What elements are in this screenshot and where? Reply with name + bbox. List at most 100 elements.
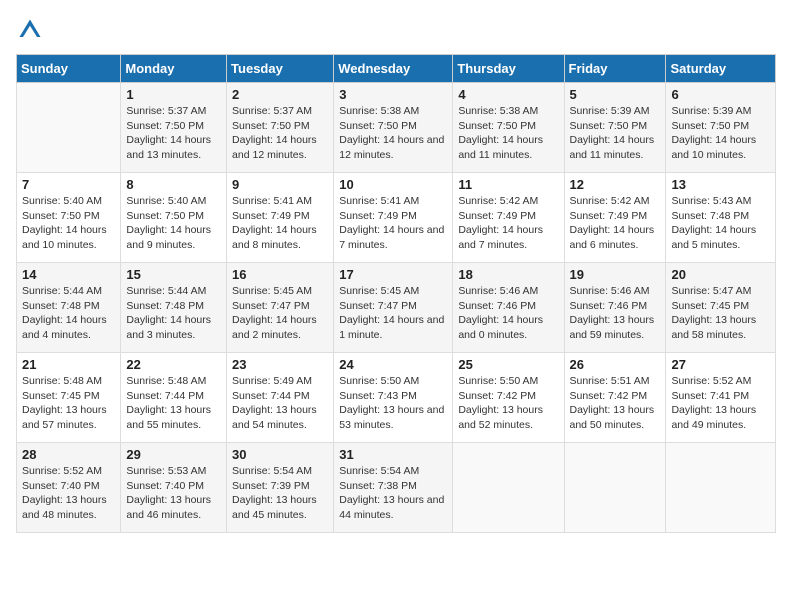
calendar-cell: 30Sunrise: 5:54 AMSunset: 7:39 PMDayligh… — [227, 443, 334, 533]
calendar-cell: 17 Sunrise: 5:45 AMSunset: 7:47 PMDayligh… — [334, 263, 453, 353]
day-info: Sunrise: 5:46 AMSunset: 7:46 PMDaylight:… — [458, 284, 558, 343]
calendar-cell: 22Sunrise: 5:48 AMSunset: 7:44 PMDayligh… — [121, 353, 227, 443]
calendar-cell: 31 Sunrise: 5:54 AMSunset: 7:38 PMDayligh… — [334, 443, 453, 533]
day-number: 25 — [458, 357, 558, 372]
day-number: 5 — [570, 87, 661, 102]
calendar-cell: 23 Sunrise: 5:49 AMSunset: 7:44 PMDayligh… — [227, 353, 334, 443]
day-info: Sunrise: 5:46 AMSunset: 7:46 PMDaylight:… — [570, 284, 661, 343]
day-info: Sunrise: 5:37 AMSunset: 7:50 PMDaylight:… — [126, 104, 221, 163]
day-number: 6 — [671, 87, 770, 102]
calendar-cell: 1 Sunrise: 5:37 AMSunset: 7:50 PMDaylight… — [121, 83, 227, 173]
calendar-cell: 3 Sunrise: 5:38 AMSunset: 7:50 PMDaylight… — [334, 83, 453, 173]
page-header — [16, 16, 776, 44]
day-number: 12 — [570, 177, 661, 192]
day-info: Sunrise: 5:42 AMSunset: 7:49 PMDaylight:… — [458, 194, 558, 253]
day-info: Sunrise: 5:38 AMSunset: 7:50 PMDaylight:… — [339, 104, 447, 163]
calendar-cell: 14Sunrise: 5:44 AMSunset: 7:48 PMDayligh… — [17, 263, 121, 353]
calendar-cell: 24Sunrise: 5:50 AMSunset: 7:43 PMDayligh… — [334, 353, 453, 443]
calendar-cell: 15 Sunrise: 5:44 AMSunset: 7:48 PMDayligh… — [121, 263, 227, 353]
day-number: 4 — [458, 87, 558, 102]
weekday-header-wednesday: Wednesday — [334, 55, 453, 83]
day-number: 19 — [570, 267, 661, 282]
calendar-cell: 21Sunrise: 5:48 AMSunset: 7:45 PMDayligh… — [17, 353, 121, 443]
day-number: 9 — [232, 177, 328, 192]
logo-icon — [16, 16, 44, 44]
calendar-week-row: 21Sunrise: 5:48 AMSunset: 7:45 PMDayligh… — [17, 353, 776, 443]
day-info: Sunrise: 5:39 AMSunset: 7:50 PMDaylight:… — [570, 104, 661, 163]
day-number: 8 — [126, 177, 221, 192]
day-number: 15 — [126, 267, 221, 282]
day-info: Sunrise: 5:44 AMSunset: 7:48 PMDaylight:… — [22, 284, 115, 343]
day-info: Sunrise: 5:47 AMSunset: 7:45 PMDaylight:… — [671, 284, 770, 343]
calendar-cell: 5 Sunrise: 5:39 AMSunset: 7:50 PMDaylight… — [564, 83, 666, 173]
calendar-cell: 9 Sunrise: 5:41 AMSunset: 7:49 PMDaylight… — [227, 173, 334, 263]
day-number: 2 — [232, 87, 328, 102]
weekday-header-row: SundayMondayTuesdayWednesdayThursdayFrid… — [17, 55, 776, 83]
calendar-cell: 11 Sunrise: 5:42 AMSunset: 7:49 PMDayligh… — [453, 173, 564, 263]
weekday-header-tuesday: Tuesday — [227, 55, 334, 83]
calendar-cell: 27 Sunrise: 5:52 AMSunset: 7:41 PMDayligh… — [666, 353, 776, 443]
day-number: 17 — [339, 267, 447, 282]
calendar-cell: 16Sunrise: 5:45 AMSunset: 7:47 PMDayligh… — [227, 263, 334, 353]
day-info: Sunrise: 5:41 AMSunset: 7:49 PMDaylight:… — [232, 194, 328, 253]
calendar-cell — [564, 443, 666, 533]
day-info: Sunrise: 5:48 AMSunset: 7:44 PMDaylight:… — [126, 374, 221, 433]
day-number: 29 — [126, 447, 221, 462]
day-number: 11 — [458, 177, 558, 192]
calendar-cell — [666, 443, 776, 533]
calendar-cell: 6 Sunrise: 5:39 AMSunset: 7:50 PMDaylight… — [666, 83, 776, 173]
weekday-header-friday: Friday — [564, 55, 666, 83]
day-info: Sunrise: 5:52 AMSunset: 7:41 PMDaylight:… — [671, 374, 770, 433]
calendar-table: SundayMondayTuesdayWednesdayThursdayFrid… — [16, 54, 776, 533]
day-info: Sunrise: 5:50 AMSunset: 7:42 PMDaylight:… — [458, 374, 558, 433]
day-number: 20 — [671, 267, 770, 282]
calendar-week-row: 1 Sunrise: 5:37 AMSunset: 7:50 PMDaylight… — [17, 83, 776, 173]
day-info: Sunrise: 5:53 AMSunset: 7:40 PMDaylight:… — [126, 464, 221, 523]
day-info: Sunrise: 5:38 AMSunset: 7:50 PMDaylight:… — [458, 104, 558, 163]
calendar-cell: 8 Sunrise: 5:40 AMSunset: 7:50 PMDaylight… — [121, 173, 227, 263]
day-number: 27 — [671, 357, 770, 372]
day-info: Sunrise: 5:40 AMSunset: 7:50 PMDaylight:… — [126, 194, 221, 253]
day-number: 31 — [339, 447, 447, 462]
day-info: Sunrise: 5:51 AMSunset: 7:42 PMDaylight:… — [570, 374, 661, 433]
day-info: Sunrise: 5:52 AMSunset: 7:40 PMDaylight:… — [22, 464, 115, 523]
calendar-week-row: 7 Sunrise: 5:40 AMSunset: 7:50 PMDaylight… — [17, 173, 776, 263]
weekday-header-sunday: Sunday — [17, 55, 121, 83]
calendar-cell: 4 Sunrise: 5:38 AMSunset: 7:50 PMDaylight… — [453, 83, 564, 173]
day-info: Sunrise: 5:54 AMSunset: 7:38 PMDaylight:… — [339, 464, 447, 523]
calendar-week-row: 28 Sunrise: 5:52 AMSunset: 7:40 PMDayligh… — [17, 443, 776, 533]
calendar-cell: 26 Sunrise: 5:51 AMSunset: 7:42 PMDayligh… — [564, 353, 666, 443]
day-number: 7 — [22, 177, 115, 192]
calendar-week-row: 14Sunrise: 5:44 AMSunset: 7:48 PMDayligh… — [17, 263, 776, 353]
day-number: 28 — [22, 447, 115, 462]
day-info: Sunrise: 5:41 AMSunset: 7:49 PMDaylight:… — [339, 194, 447, 253]
weekday-header-monday: Monday — [121, 55, 227, 83]
day-number: 1 — [126, 87, 221, 102]
calendar-cell: 13 Sunrise: 5:43 AMSunset: 7:48 PMDayligh… — [666, 173, 776, 263]
day-info: Sunrise: 5:39 AMSunset: 7:50 PMDaylight:… — [671, 104, 770, 163]
day-info: Sunrise: 5:37 AMSunset: 7:50 PMDaylight:… — [232, 104, 328, 163]
calendar-cell: 28 Sunrise: 5:52 AMSunset: 7:40 PMDayligh… — [17, 443, 121, 533]
day-info: Sunrise: 5:42 AMSunset: 7:49 PMDaylight:… — [570, 194, 661, 253]
day-number: 26 — [570, 357, 661, 372]
day-number: 23 — [232, 357, 328, 372]
calendar-cell: 7Sunrise: 5:40 AMSunset: 7:50 PMDaylight… — [17, 173, 121, 263]
day-info: Sunrise: 5:44 AMSunset: 7:48 PMDaylight:… — [126, 284, 221, 343]
calendar-cell: 29 Sunrise: 5:53 AMSunset: 7:40 PMDayligh… — [121, 443, 227, 533]
calendar-cell: 12 Sunrise: 5:42 AMSunset: 7:49 PMDayligh… — [564, 173, 666, 263]
calendar-cell: 18 Sunrise: 5:46 AMSunset: 7:46 PMDayligh… — [453, 263, 564, 353]
calendar-cell: 2 Sunrise: 5:37 AMSunset: 7:50 PMDaylight… — [227, 83, 334, 173]
day-number: 13 — [671, 177, 770, 192]
logo — [16, 16, 48, 44]
day-info: Sunrise: 5:48 AMSunset: 7:45 PMDaylight:… — [22, 374, 115, 433]
day-number: 18 — [458, 267, 558, 282]
day-info: Sunrise: 5:43 AMSunset: 7:48 PMDaylight:… — [671, 194, 770, 253]
day-info: Sunrise: 5:49 AMSunset: 7:44 PMDaylight:… — [232, 374, 328, 433]
day-number: 24 — [339, 357, 447, 372]
day-number: 30 — [232, 447, 328, 462]
calendar-cell: 20 Sunrise: 5:47 AMSunset: 7:45 PMDayligh… — [666, 263, 776, 353]
day-number: 3 — [339, 87, 447, 102]
calendar-cell: 19 Sunrise: 5:46 AMSunset: 7:46 PMDayligh… — [564, 263, 666, 353]
day-info: Sunrise: 5:45 AMSunset: 7:47 PMDaylight:… — [339, 284, 447, 343]
day-number: 10 — [339, 177, 447, 192]
